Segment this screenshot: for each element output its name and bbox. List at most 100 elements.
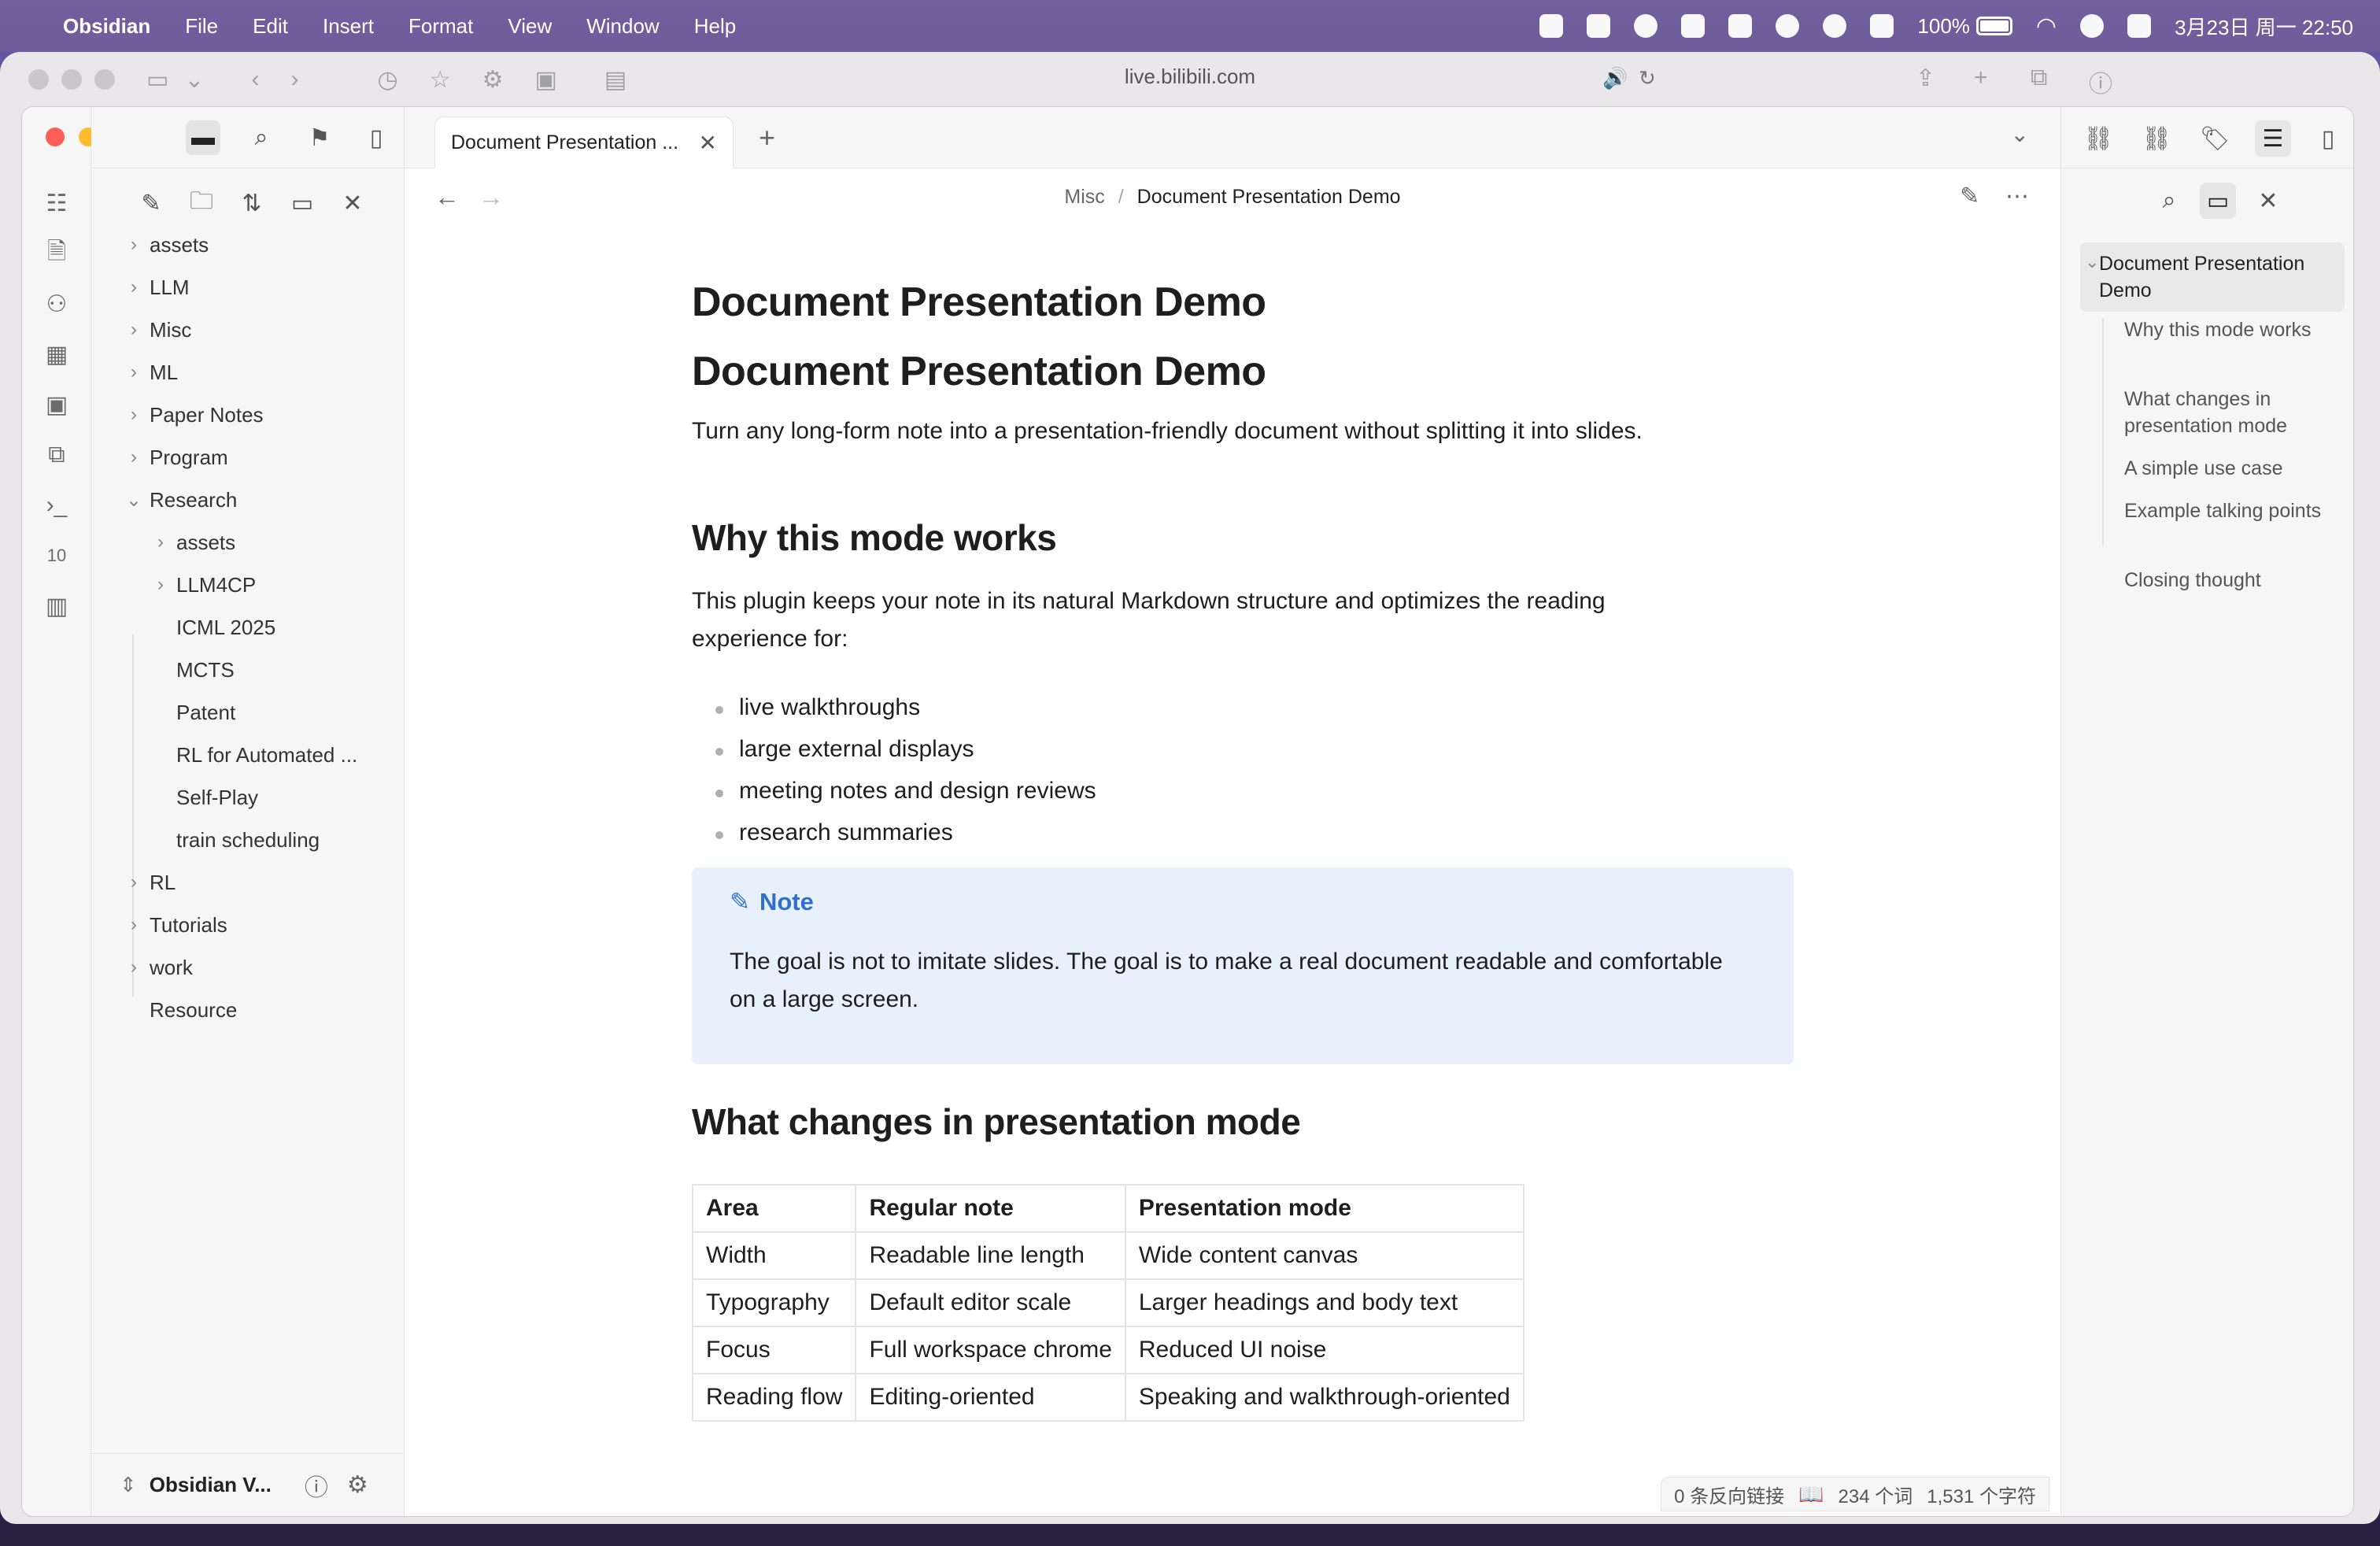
star-icon[interactable]: ☆ xyxy=(430,66,451,94)
reading-view-icon[interactable]: 📖 xyxy=(1798,1482,1824,1507)
browser-minimize-button[interactable] xyxy=(61,69,82,90)
numbers-icon[interactable]: 10 xyxy=(39,538,74,573)
chevron-down-icon[interactable]: ⌄ xyxy=(2085,252,2099,272)
outline-item-top[interactable]: ⌄ Document Presentation Demo xyxy=(2080,242,2345,312)
address-bar[interactable]: live.bilibili.com xyxy=(1125,65,1255,89)
tree-file[interactable]: Self-Play xyxy=(145,778,258,817)
tray-notion-icon[interactable] xyxy=(1587,14,1611,38)
search-icon[interactable]: ⌕ xyxy=(244,120,279,155)
tags-icon[interactable]: 🏷 xyxy=(2197,120,2233,157)
close-tab-icon[interactable]: ✕ xyxy=(699,130,717,156)
vault-switcher[interactable]: ⇕ Obsidian V... ⓘ ⚙ xyxy=(91,1453,405,1516)
list-icon[interactable]: ☷ xyxy=(39,186,74,220)
chevron-updown-icon[interactable]: ⇕ xyxy=(120,1473,137,1497)
back-icon[interactable]: ‹ xyxy=(252,66,260,93)
history-icon[interactable]: ◷ xyxy=(378,66,398,94)
new-tab-icon[interactable]: + xyxy=(1974,65,1988,91)
tree-folder[interactable]: › LLM xyxy=(118,268,190,307)
outline-item[interactable]: Why this mode works xyxy=(2124,316,2329,343)
tree-file[interactable]: RL for Automated ... xyxy=(145,735,357,775)
tree-folder[interactable]: › assets xyxy=(145,523,235,562)
tree-file[interactable]: ICML 2025 xyxy=(145,608,275,647)
graph-icon[interactable]: ⚇ xyxy=(39,287,74,321)
outline-item[interactable]: Closing thought xyxy=(2124,567,2329,594)
tree-folder[interactable]: › ML xyxy=(118,353,178,392)
tree-folder[interactable]: › Misc xyxy=(118,310,191,350)
new-folder-icon[interactable]: 🗀 xyxy=(184,186,219,220)
gear-icon[interactable]: ⚙ xyxy=(482,66,504,94)
file-search-icon[interactable]: 🗎 xyxy=(39,236,74,271)
vault-name[interactable]: Obsidian V... xyxy=(150,1473,272,1497)
menubar-clock[interactable]: 3月23日 周一 22:50 xyxy=(2175,12,2353,41)
new-tab-icon[interactable]: + xyxy=(759,121,775,154)
terminal-icon[interactable]: ›_ xyxy=(39,488,74,523)
tree-folder[interactable]: › RL xyxy=(118,863,176,902)
outline-item[interactable]: A simple use case xyxy=(2124,455,2329,482)
menu-app-name[interactable]: Obsidian xyxy=(63,14,150,39)
calendar-icon[interactable]: ▣ xyxy=(39,387,74,422)
menu-file[interactable]: File xyxy=(185,14,218,39)
presentation-icon[interactable]: ▥ xyxy=(39,589,74,623)
menu-format[interactable]: Format xyxy=(408,14,473,39)
backlinks-count[interactable]: 0 条反向链接 xyxy=(1674,1481,1784,1508)
menu-window[interactable]: Window xyxy=(586,14,659,39)
outline-item[interactable]: What changes in presentation mode xyxy=(2124,386,2329,439)
outgoing-links-icon[interactable]: ⛓ xyxy=(2138,120,2175,157)
breadcrumb-current[interactable]: Document Presentation Demo xyxy=(1137,186,1401,208)
outline-icon[interactable]: ☰ xyxy=(2255,120,2291,157)
forward-icon[interactable]: › xyxy=(291,66,299,93)
battery-indicator[interactable]: 100% xyxy=(1917,14,2012,39)
tray-cat-icon[interactable] xyxy=(1634,14,1658,38)
sidebar-toggle-icon[interactable]: ▯ xyxy=(359,120,394,155)
tree-file[interactable]: train scheduling xyxy=(145,820,320,860)
bookmark-icon[interactable]: ⚑ xyxy=(302,120,337,155)
collapse-panel-icon[interactable]: ▭ xyxy=(285,186,320,220)
tray-wechat-icon[interactable] xyxy=(1776,14,1800,38)
share-icon[interactable]: ⇪ xyxy=(1916,65,1935,92)
sort-icon[interactable]: ⇅ xyxy=(235,186,269,220)
right-sidebar-toggle-icon[interactable]: ▯ xyxy=(2310,120,2346,157)
outline-item[interactable]: Example talking points xyxy=(2124,497,2329,524)
sidebar-toggle-icon[interactable]: ▭ xyxy=(146,66,168,94)
user-icon[interactable] xyxy=(2080,14,2105,38)
tray-audio-icon[interactable] xyxy=(1823,14,1847,38)
reload-icon[interactable]: ↻ xyxy=(1639,66,1656,91)
tree-file[interactable]: Resource xyxy=(118,990,237,1030)
more-options-icon[interactable]: ⋯ xyxy=(2005,183,2029,210)
collapse-all-icon[interactable]: ✕ xyxy=(2250,183,2286,219)
browser-zoom-button[interactable] xyxy=(94,69,115,90)
extension-icon[interactable]: ▣ xyxy=(535,66,557,94)
chevron-down-icon[interactable]: ⌄ xyxy=(184,66,204,94)
tabs-overview-icon[interactable]: ⧉ xyxy=(2031,65,2047,91)
copy-icon[interactable]: ⧉ xyxy=(39,438,74,472)
tree-folder[interactable]: ⌄ Research xyxy=(118,480,237,520)
tree-file[interactable]: MCTS xyxy=(145,650,235,690)
speaker-icon[interactable]: 🔊 xyxy=(1602,66,1628,91)
reader-icon[interactable]: ▤ xyxy=(604,66,626,94)
settings-icon[interactable]: ⚙ xyxy=(347,1471,368,1499)
tree-folder[interactable]: › Program xyxy=(118,438,228,477)
menu-help[interactable]: Help xyxy=(694,14,736,39)
tree-folder[interactable]: › work xyxy=(118,948,193,987)
collapse-all-icon[interactable]: ✕ xyxy=(335,186,370,220)
info-icon[interactable]: ⓘ xyxy=(2089,65,2112,99)
backlinks-icon[interactable]: ⛓ xyxy=(2080,120,2116,157)
tab-document[interactable]: Document Presentation ... ✕ xyxy=(434,117,734,168)
auto-expand-icon[interactable]: ▭ xyxy=(2200,183,2236,219)
close-button[interactable] xyxy=(46,128,65,146)
tab-list-chevron-icon[interactable]: ⌄ xyxy=(2011,121,2029,147)
grid-icon[interactable]: ▦ xyxy=(39,337,74,372)
tray-s-icon[interactable] xyxy=(1870,14,1894,38)
tree-folder[interactable]: › LLM4CP xyxy=(145,565,256,605)
folder-icon[interactable]: ▬ xyxy=(186,120,220,155)
menu-view[interactable]: View xyxy=(508,14,552,39)
new-note-icon[interactable]: ✎ xyxy=(134,186,168,220)
tray-yd-icon[interactable] xyxy=(1728,14,1753,38)
tray-box-icon[interactable] xyxy=(1539,14,1564,38)
search-icon[interactable]: ⌕ xyxy=(2151,183,2187,219)
breadcrumb-folder[interactable]: Misc xyxy=(1064,186,1104,208)
tree-folder[interactable]: › assets xyxy=(118,225,209,264)
tree-folder[interactable]: › Paper Notes xyxy=(118,395,264,435)
browser-close-button[interactable] xyxy=(28,69,49,90)
tray-bird-icon[interactable] xyxy=(1681,14,1706,38)
